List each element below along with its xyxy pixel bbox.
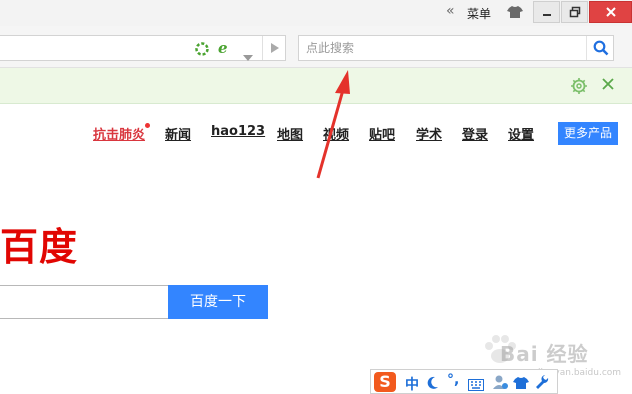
user-icon[interactable] xyxy=(492,374,508,394)
ime-toolbar: S 中 °, xyxy=(370,369,558,394)
punctuation-toggle[interactable]: °, xyxy=(447,372,459,388)
keyboard-icon[interactable] xyxy=(468,376,484,394)
skin-icon[interactable] xyxy=(513,375,529,394)
sogou-logo-icon[interactable]: S xyxy=(374,372,396,392)
watermark-text: Bai 经验 xyxy=(500,342,589,366)
tools-icon[interactable] xyxy=(535,374,549,394)
half-moon-icon[interactable] xyxy=(427,375,439,394)
browser-window: « 菜单 e 点此搜索 抗击肺炎 新闻 hao123 地图 视频 贴吧 学术 登… xyxy=(0,0,632,394)
annotation-arrow xyxy=(316,70,350,179)
ime-mode-toggle[interactable]: 中 xyxy=(405,374,419,394)
